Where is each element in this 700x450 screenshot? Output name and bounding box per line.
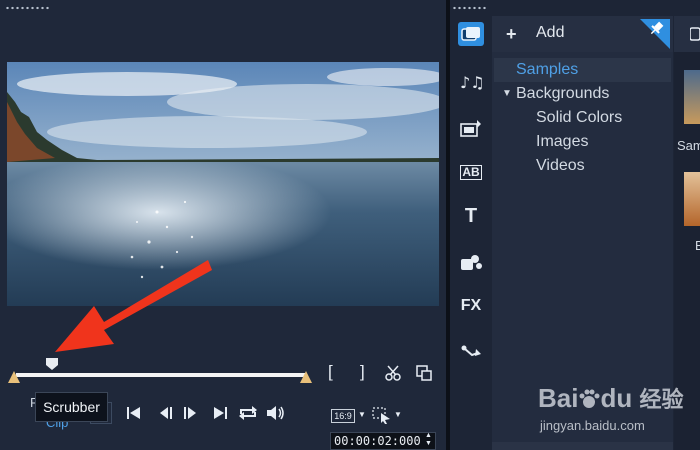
svg-text:♪♫: ♪♫ xyxy=(460,73,482,92)
expand-arrow-icon[interactable]: ▼ xyxy=(502,88,512,99)
split-clip-icon[interactable] xyxy=(384,364,402,382)
tree-scrollbar[interactable] xyxy=(492,442,673,450)
step-back-icon xyxy=(160,407,172,419)
watermark-brand-suffix: du xyxy=(600,383,633,413)
tree-item-samples[interactable]: Samples xyxy=(516,61,578,79)
tree-item-backgrounds[interactable]: Backgrounds xyxy=(516,85,609,103)
path-icon[interactable] xyxy=(458,340,484,364)
folder-icon[interactable] xyxy=(690,27,700,41)
panel-grip[interactable] xyxy=(5,6,50,10)
speaker-icon xyxy=(267,406,284,420)
next-frame-button[interactable] xyxy=(180,402,200,424)
panel-grip[interactable] xyxy=(452,6,487,10)
plus-icon[interactable]: + xyxy=(506,24,517,45)
instant-project-icon[interactable] xyxy=(458,116,484,140)
go-to-end-button[interactable] xyxy=(210,402,230,424)
transition-label: AB xyxy=(460,164,482,180)
skip-start-icon xyxy=(127,407,140,419)
go-to-start-button[interactable] xyxy=(124,402,144,424)
title-icon[interactable]: T xyxy=(458,204,484,228)
volume-button[interactable] xyxy=(266,402,286,424)
paw-icon xyxy=(579,389,600,408)
trim-end-handle[interactable] xyxy=(300,371,312,383)
tree-item-images[interactable]: Images xyxy=(536,133,588,151)
crop-tool-icon[interactable] xyxy=(372,407,394,425)
trim-bar[interactable] xyxy=(16,373,306,377)
repeat-button[interactable] xyxy=(238,402,258,424)
add-folder-button[interactable]: Add xyxy=(536,24,564,42)
chevron-down-icon[interactable]: ▼ xyxy=(394,410,402,419)
enlarge-preview-icon[interactable] xyxy=(415,364,433,382)
fx-icon[interactable]: FX xyxy=(458,294,484,318)
scrubber-handle[interactable] xyxy=(45,357,59,371)
media-icon[interactable] xyxy=(458,22,484,46)
timecode-field[interactable]: 00:00:02:000 xyxy=(330,432,436,450)
graphics-icon[interactable] xyxy=(458,250,484,274)
pin-icon[interactable] xyxy=(640,19,670,49)
scrubber-tooltip: Scrubber xyxy=(35,392,108,422)
timecode-stepper[interactable]: ▲ ▼ xyxy=(425,432,432,448)
baidu-watermark: Bai du 经验 jingyan.baidu.com xyxy=(538,378,698,438)
chevron-down-icon[interactable]: ▼ xyxy=(358,410,366,419)
watermark-cn: 经验 xyxy=(639,387,684,412)
trim-start-handle[interactable] xyxy=(8,371,20,383)
red-arrow-annotation xyxy=(55,260,212,352)
thumbnail-samples[interactable] xyxy=(684,70,700,124)
transition-icon[interactable]: AB xyxy=(458,160,484,184)
tree-item-solid-colors[interactable]: Solid Colors xyxy=(536,109,622,127)
tree-item-videos[interactable]: Videos xyxy=(536,157,585,175)
mark-in-icon[interactable]: [ xyxy=(328,362,333,382)
watermark-url: jingyan.baidu.com xyxy=(540,418,645,433)
thumbnail-label: Sam xyxy=(677,138,700,153)
repeat-icon xyxy=(239,406,257,420)
thumbnail-backgrounds[interactable] xyxy=(684,172,700,226)
previous-frame-button[interactable] xyxy=(156,402,176,424)
thumbnail-label: B xyxy=(695,238,700,253)
watermark-brand: Bai xyxy=(538,383,579,413)
skip-end-icon xyxy=(214,407,227,419)
audio-icon[interactable]: ♪♫ xyxy=(458,70,484,94)
aspect-ratio-selector[interactable]: 16:9 xyxy=(331,409,355,423)
step-forward-icon xyxy=(184,407,196,419)
mark-out-icon[interactable]: ] xyxy=(360,362,365,382)
